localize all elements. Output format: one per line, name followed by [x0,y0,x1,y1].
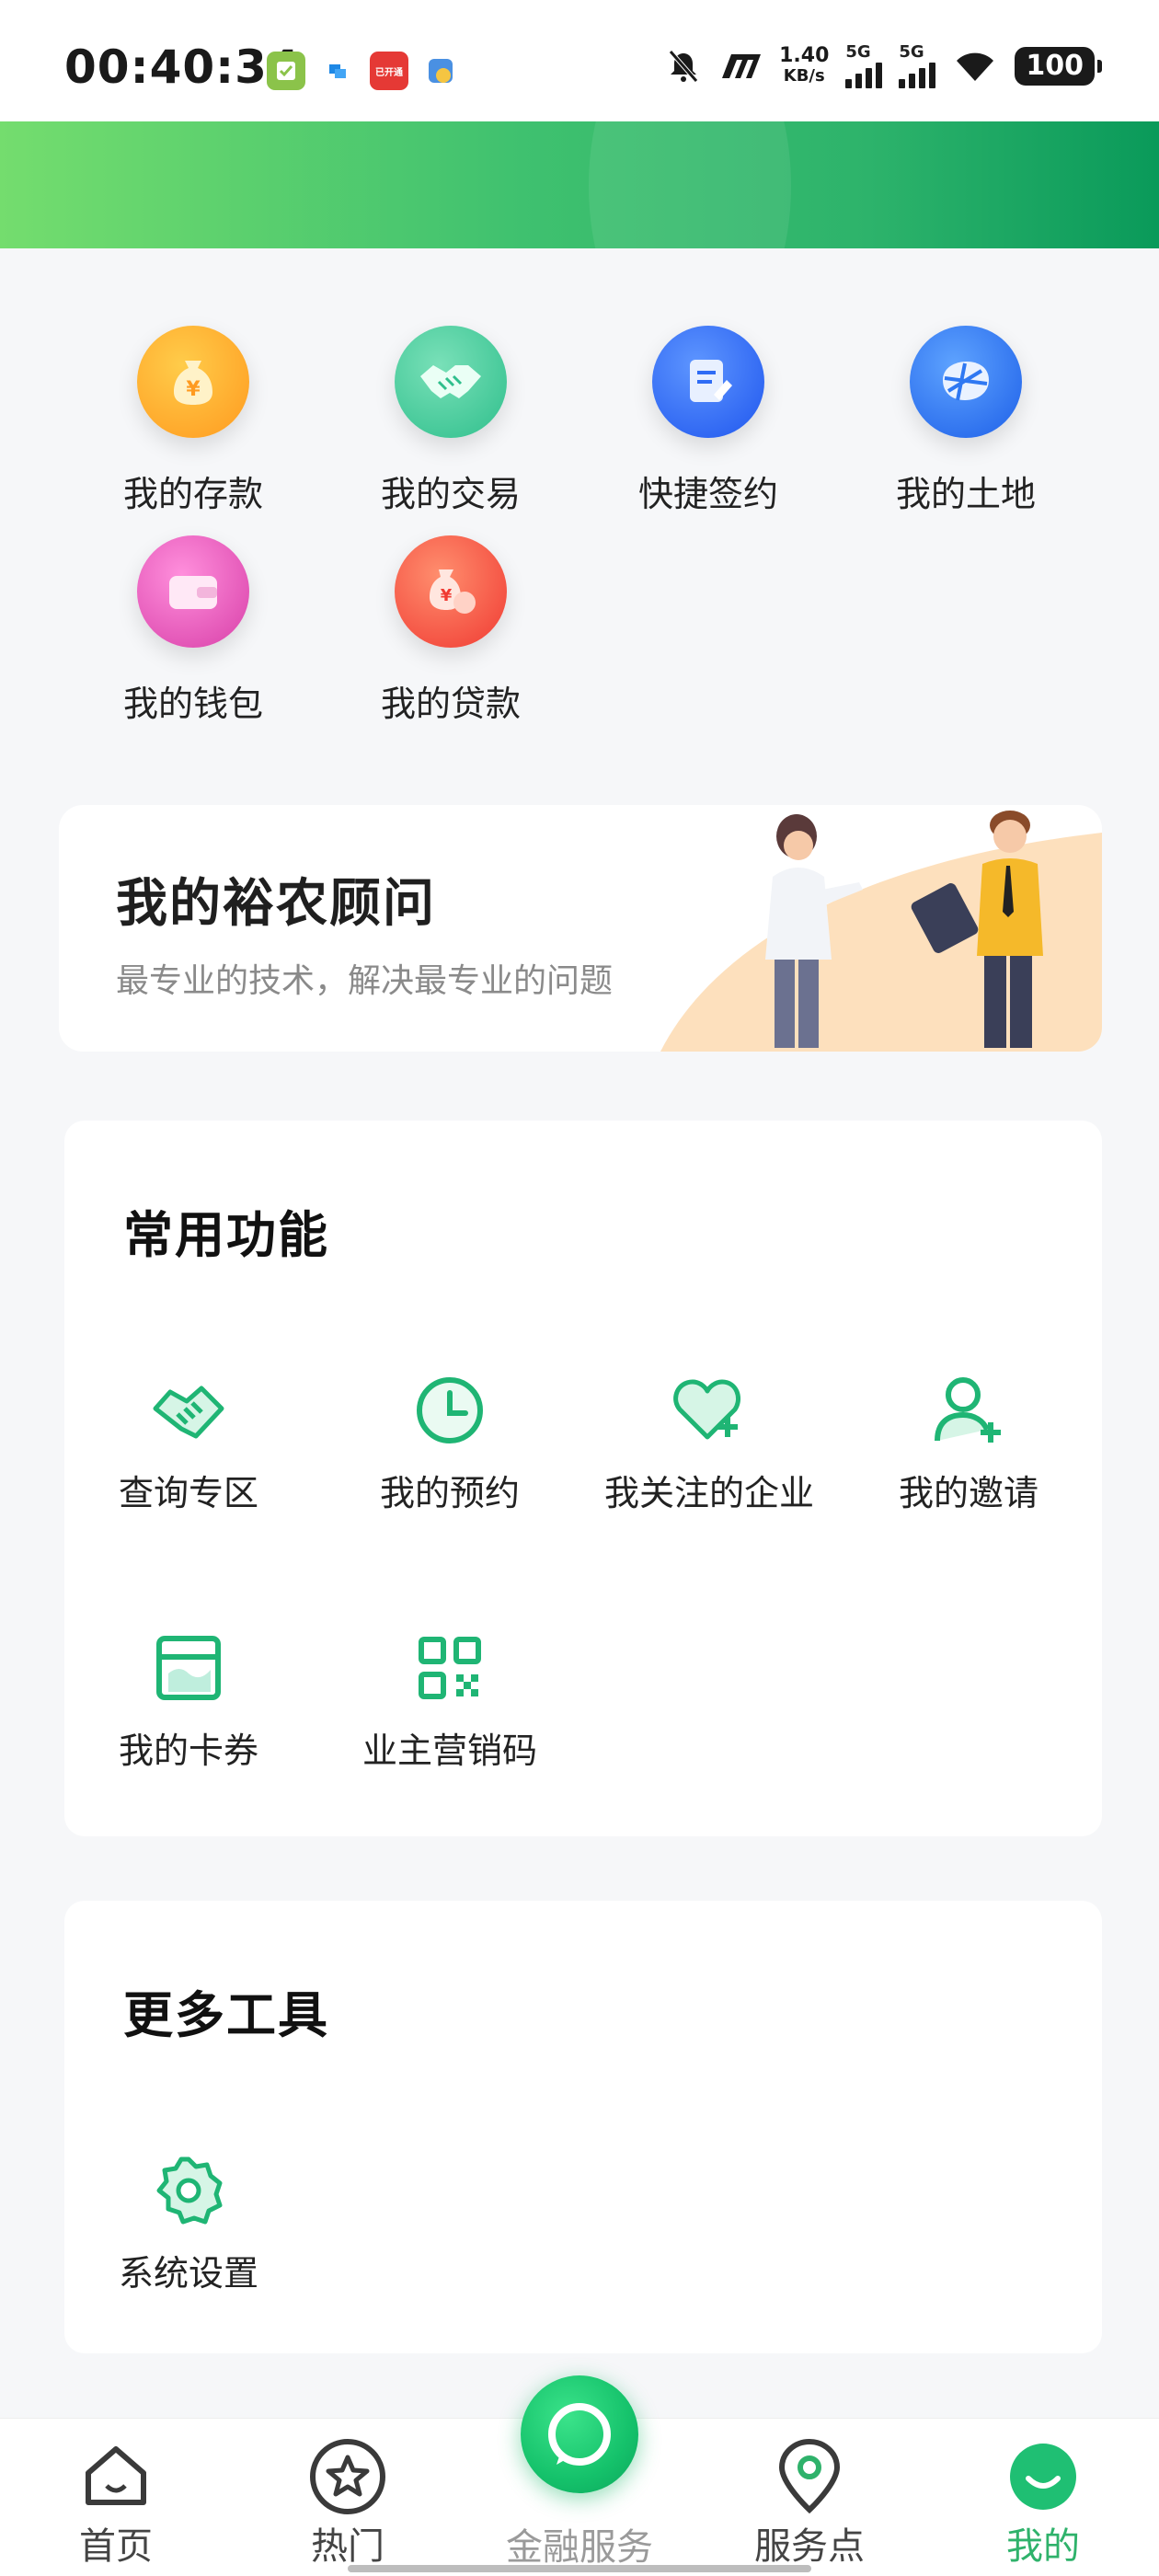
func-my-invitation[interactable]: 我的邀请 [844,1369,1093,1515]
coupon-icon [147,1627,230,1709]
func-followed-companies[interactable]: 我关注的企业 [585,1369,833,1515]
finance-service-label: 金融服务 [506,2526,653,2569]
home-indicator[interactable] [348,2565,811,2572]
func-owner-marketing-code[interactable]: 业主营销码 [326,1627,574,1773]
asset-label: 我的钱包 [122,684,263,724]
func-my-appointment[interactable]: 我的预约 [326,1369,574,1515]
pay-app-badge-text: 已开通 [375,67,403,78]
nav-mine[interactable]: 我的 [951,2419,1135,2570]
status-bar: 00:40:34 已开通 1.40 KB/s 5G 5G 100 [0,0,1159,121]
advisor-title: 我的裕农顾问 [116,874,436,934]
asset-land[interactable]: 我的土地 [855,326,1076,516]
status-indicators: 1.40 KB/s 5G 5G 100 [665,42,1102,88]
money-bag-icon: ¥ [137,326,249,438]
handshake-icon [395,326,507,438]
func-label: 查询专区 [118,1473,258,1513]
asset-loan[interactable]: ¥ 我的贷款 [340,535,561,726]
tool-label: 系统设置 [118,2253,258,2294]
more-tools-card: 更多工具 系统设置 [64,1901,1102,2353]
tool-system-settings[interactable]: 系统设置 [64,2149,313,2295]
sim1-label: 5G [845,42,871,62]
gear-icon [147,2149,230,2232]
signal-sim2: 5G [899,42,936,88]
func-label: 我的卡券 [118,1731,258,1771]
heart-plus-icon [668,1369,751,1452]
nav-label: 首页 [79,2525,153,2568]
asset-label: 我的存款 [122,474,263,514]
advisor-illustration [660,811,1102,1052]
func-label: 我的预约 [379,1473,520,1513]
nav-service-points[interactable]: 服务点 [717,2419,901,2570]
signal-bars-icon [845,61,883,88]
battery-indicator: 100 [1015,47,1102,86]
qr-code-icon [408,1627,491,1709]
nav-label: 热门 [311,2525,384,2568]
moon-app-icon [421,52,460,90]
func-label: 我关注的企业 [603,1473,814,1513]
nfc-icon [722,54,762,78]
chat-bubble-icon [548,2403,611,2466]
pay-app-icon: 已开通 [370,52,408,90]
nav-label: 我的 [1006,2525,1080,2568]
func-label: 我的邀请 [898,1473,1039,1513]
asset-label: 快捷签约 [637,474,778,514]
asset-wallet[interactable]: 我的钱包 [83,535,304,726]
asset-transaction[interactable]: 我的交易 [340,326,561,516]
asset-deposit[interactable]: ¥ 我的存款 [83,326,304,516]
asset-label: 我的交易 [380,474,521,514]
svg-text:¥: ¥ [441,586,453,605]
loan-bag-icon: ¥ [395,535,507,648]
net-speed-unit: KB/s [783,66,825,86]
net-speed-value: 1.40 [779,44,830,67]
func-query-zone[interactable]: 查询专区 [64,1369,313,1515]
advisor-subtitle: 最专业的技术，解决最专业的问题 [116,962,614,1000]
clock-icon [408,1369,491,1452]
status-app-icons: 已开通 [267,52,460,90]
sim2-label: 5G [899,42,924,62]
mute-bell-icon [669,50,698,83]
common-functions-card: 常用功能 查询专区 我的预约 我关注的企业 我的邀请 我的卡券 业主营销码 [64,1121,1102,1836]
header-banner [0,121,1159,248]
location-pin-icon [770,2437,849,2516]
asset-label: 我的土地 [895,474,1036,514]
func-label: 业主营销码 [361,1731,537,1771]
home-icon [76,2437,155,2516]
nav-hot[interactable]: 热门 [256,2419,440,2570]
net-speed: 1.40 KB/s [779,46,829,86]
signal-sim1: 5G [845,42,883,88]
handshake-outline-icon [147,1369,230,1452]
smile-icon [1004,2437,1083,2516]
checklist-app-icon [267,52,305,90]
user-plus-icon [927,1369,1010,1452]
more-tools-title: 更多工具 [123,1986,329,2044]
wallet-icon [137,535,249,648]
land-grid-icon [910,326,1022,438]
windows-app-icon [318,52,357,90]
finance-service-button[interactable] [521,2375,638,2493]
func-my-coupons[interactable]: 我的卡券 [64,1627,313,1773]
status-time: 00:40:34 [64,40,301,94]
nav-label: 服务点 [754,2525,865,2568]
common-functions-title: 常用功能 [123,1206,329,1264]
asset-label: 我的贷款 [380,684,521,724]
signal-bars-icon [899,61,936,88]
star-circle-icon [308,2437,387,2516]
nav-home[interactable]: 首页 [24,2419,208,2570]
svg-text:¥: ¥ [186,378,201,401]
document-sign-icon [652,326,764,438]
advisor-card[interactable]: 我的裕农顾问 最专业的技术，解决最专业的问题 [59,805,1102,1052]
wifi-icon [957,52,994,81]
asset-quick-sign[interactable]: 快捷签约 [598,326,819,516]
